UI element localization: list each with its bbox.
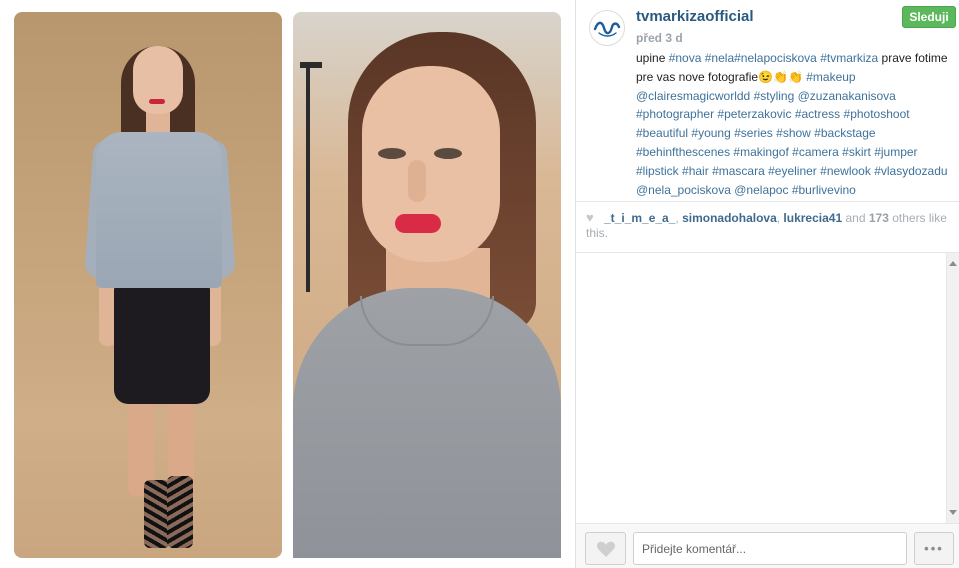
portrait-nose [408,160,426,202]
mention-link[interactable]: @nela_pociskova [636,183,731,197]
heart-icon: ♥ [586,210,594,225]
portrait-eye [378,148,406,159]
post-timestamp[interactable]: před 3 d [636,31,683,45]
liker-link[interactable]: lukrecia41 [783,211,842,225]
hashtag-link[interactable]: #nela#nelapociskova [705,51,817,65]
figure-jumper [96,132,222,288]
hashtag-link[interactable]: #skirt [842,145,871,159]
liker-link[interactable]: _t_i_m_e_a_ [604,211,675,225]
hashtag-link[interactable]: #burlivevino [792,183,856,197]
hashtag-link[interactable]: #peterzakovic [717,107,791,121]
follow-button[interactable]: Sleduji [902,6,956,28]
like-button[interactable] [585,532,626,565]
likes-count[interactable]: 173 [869,211,889,225]
portrait-eye [434,148,462,159]
post-username[interactable]: tvmarkizaofficial [636,8,754,25]
figure-shoe [167,476,193,548]
portrait-lips [395,214,441,233]
likes-and-text: and [842,211,869,225]
comment-input[interactable] [633,532,907,565]
hashtag-link[interactable]: #makingof [733,145,788,159]
liker-link[interactable]: simonadohalova [682,211,777,225]
mention-link[interactable]: @clairesmagicworldd [636,89,750,103]
hashtag-link[interactable]: #newlook [820,164,871,178]
more-options-button[interactable]: ••• [914,532,954,565]
hashtag-link[interactable]: #lipstick [636,164,679,178]
hashtag-link[interactable]: #hair [682,164,709,178]
hashtag-link[interactable]: #behinfthescenes [636,145,730,159]
post-caption: upine #nova #nela#nelapociskova #tvmarki… [636,49,956,199]
hashtag-link[interactable]: #styling [754,89,795,103]
divider [576,201,959,202]
hashtag-link[interactable]: #makeup [806,70,855,84]
heart-icon [596,541,615,557]
hashtag-link[interactable]: #photoshoot [844,107,910,121]
hashtag-link[interactable]: #backstage [814,126,875,140]
mention-link[interactable]: @zuzanakanisova [798,89,896,103]
hashtag-link[interactable]: #show [776,126,811,140]
markiza-logo-icon [593,21,621,37]
comments-scrollbar[interactable] [946,253,959,523]
likes-summary: ♥ _t_i_m_e_a_, simonadohalova, lukrecia41… [586,210,954,241]
hashtag-link[interactable]: #camera [792,145,839,159]
hashtag-link[interactable]: #young [691,126,730,140]
figure-skirt [114,284,210,404]
scroll-up-arrow-icon[interactable] [949,261,957,266]
figure-lips [149,99,165,104]
hashtag-link[interactable]: #photographer [636,107,714,121]
hashtag-link[interactable]: #tvmarkiza [820,51,878,65]
hashtag-link[interactable]: #eyeliner [768,164,817,178]
hashtag-link[interactable]: #mascara [712,164,765,178]
hashtag-link[interactable]: #nova [669,51,702,65]
caption-text: upine [636,51,669,65]
hashtag-link[interactable]: #series [734,126,773,140]
comments-list[interactable] [576,253,959,523]
post-media [0,0,575,568]
scroll-down-arrow-icon[interactable] [949,510,957,515]
hashtag-link[interactable]: #beautiful [636,126,688,140]
light-stand [306,62,310,292]
hashtag-link[interactable]: #vlasydozadu [874,164,947,178]
post-sidebar: tvmarkizaofficial Sleduji před 3 d upine… [575,0,959,568]
light-stand [300,62,322,68]
hashtag-link[interactable]: #jumper [874,145,917,159]
mention-link[interactable]: @nelapoc [734,183,788,197]
comment-footer: ••• [576,523,959,568]
hashtag-link[interactable]: #actress [795,107,840,121]
markiza-logo-icon[interactable] [589,10,625,46]
